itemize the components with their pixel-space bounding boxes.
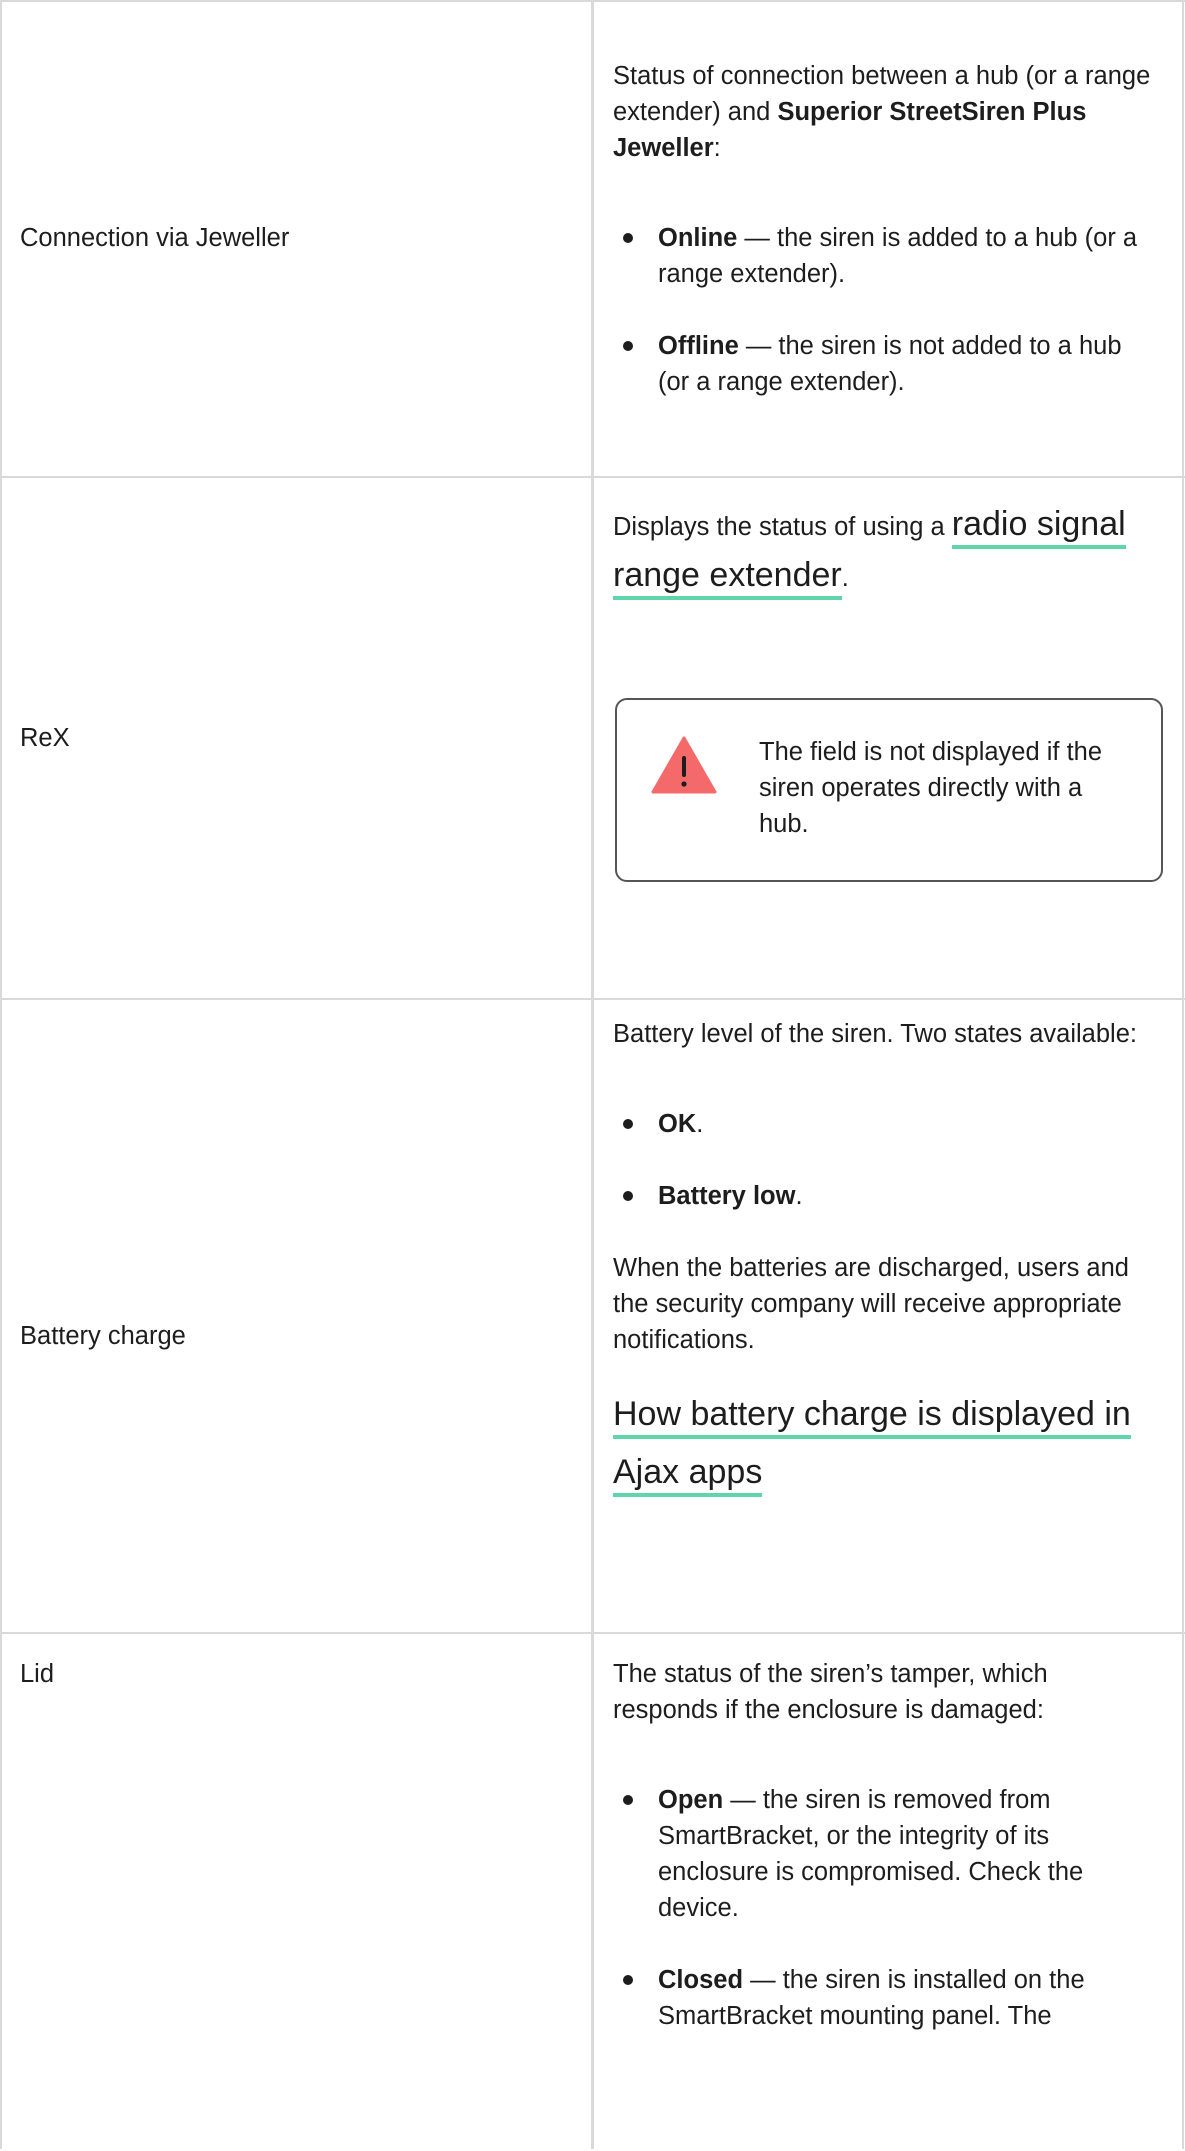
list-item: Open — the siren is removed from SmartBr…	[613, 1782, 1158, 1926]
warning-text: The field is not displayed if the siren …	[759, 738, 1103, 838]
battery-charge-apps-link[interactable]: How battery charge is displayed in Ajax …	[613, 1395, 1131, 1497]
bullet-icon	[623, 1119, 633, 1129]
bullet-icon	[623, 1795, 633, 1805]
warning-callout: The field is not displayed if the siren …	[615, 698, 1163, 882]
row-description-connection: Status of connection between a hub (or a…	[613, 58, 1158, 400]
list-item: Offline — the siren is not added to a hu…	[613, 328, 1158, 400]
list-item: Battery low.	[613, 1178, 1158, 1214]
row-name-rex: ReX	[20, 724, 70, 752]
row-description-battery: Battery level of the siren. Two states a…	[613, 1016, 1158, 1504]
column-divider	[591, 0, 594, 2149]
row-name-battery: Battery charge	[20, 1322, 186, 1350]
row-description-lid: The status of the siren’s tamper, which …	[613, 1656, 1158, 2034]
list-item: Closed — the siren is installed on the S…	[613, 1962, 1158, 2034]
bullet-icon	[623, 233, 633, 243]
list-item: Online — the siren is added to a hub (or…	[613, 220, 1158, 292]
row-description-rex: Displays the status of using a radio sig…	[613, 500, 1158, 602]
warning-triangle-icon	[651, 736, 717, 794]
bullet-icon	[623, 341, 633, 351]
row-name-connection: Connection via Jeweller	[20, 224, 290, 252]
bullet-icon	[623, 1191, 633, 1201]
row-name-lid: Lid	[20, 1660, 55, 1688]
list-item: OK.	[613, 1106, 1158, 1142]
bullet-icon	[623, 1975, 633, 1985]
table-right-border	[1182, 0, 1184, 2149]
